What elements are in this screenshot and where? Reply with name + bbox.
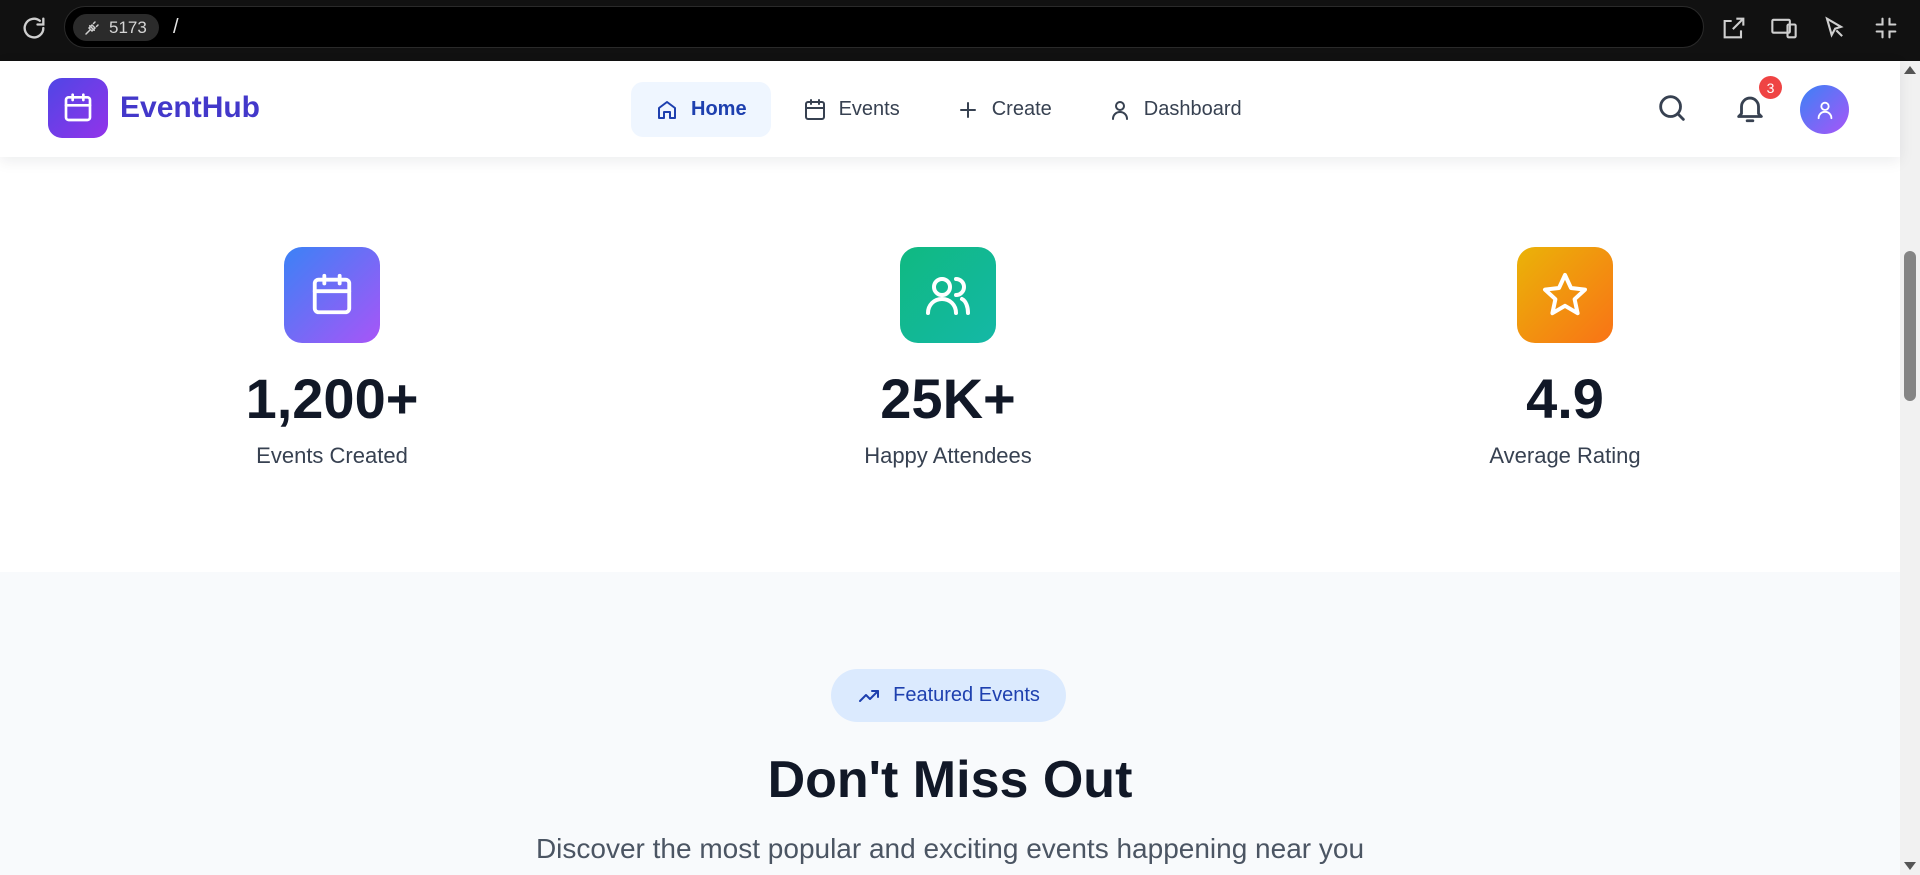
scroll-thumb[interactable] [1904,251,1916,401]
reload-icon[interactable] [20,14,48,42]
user-icon [1111,100,1128,120]
site-header: EventHub Home Events Create Dashboard 3 [0,61,1900,157]
home-icon [658,100,676,119]
users-icon [926,277,970,315]
nav-events-label: Events [838,98,900,120]
stat-events-created: 1,200+ Events Created [132,247,532,469]
nav-create-label: Create [991,98,1052,120]
stat-average-rating: 4.9 Average Rating [1365,247,1765,469]
avatar[interactable] [1800,85,1849,134]
stat-value: 25K+ [880,367,1016,430]
stat-icon-box [284,247,380,343]
featured-section: Featured Events Don't Miss Out Discover … [0,572,1900,875]
stat-happy-attendees: 25K+ Happy Attendees [748,247,1148,469]
main-nav: Home Events Create Dashboard [631,82,1266,137]
port-text: 5173 [109,17,147,37]
calendar-icon [64,93,92,122]
calendar-icon [312,273,352,315]
nav-home[interactable]: Home [631,82,771,137]
featured-badge-label: Featured Events [893,684,1040,706]
nav-events[interactable]: Events [779,82,924,137]
address-bar[interactable]: 5173 / [64,6,1704,48]
calendar-icon [804,98,825,120]
notification-badge: 3 [1759,76,1782,99]
stat-icon-box [1517,247,1613,343]
nav-dashboard[interactable]: Dashboard [1084,82,1266,137]
collapse-icon[interactable] [1872,14,1900,42]
browser-toolbar: 5173 / [0,0,1920,61]
stat-value: 1,200+ [245,367,419,430]
page-scrollbar[interactable] [1900,61,1920,875]
stats-section: 1,200+ Events Created 25K+ Happy Attende… [0,157,1900,572]
plug-icon [85,20,99,35]
nav-home-label: Home [691,98,747,120]
scroll-up-arrow[interactable] [1904,66,1916,74]
port-chip[interactable]: 5173 [73,14,159,41]
plus-icon [959,101,976,118]
brand-logo[interactable] [48,78,108,138]
star-icon [1543,273,1587,316]
nav-create[interactable]: Create [932,82,1076,137]
nav-dashboard-label: Dashboard [1143,98,1242,120]
stat-label: Events Created [256,443,408,468]
section-subheading: Discover the most popular and exciting e… [535,833,1365,864]
stat-label: Happy Attendees [864,443,1032,468]
stat-value: 4.9 [1526,367,1604,430]
search-icon[interactable] [1655,91,1689,125]
device-toggle-icon[interactable] [1770,14,1798,42]
stat-label: Average Rating [1489,443,1641,468]
stat-icon-box [900,247,996,343]
inspect-cursor-icon[interactable] [1820,14,1848,42]
user-icon [1817,101,1832,119]
featured-events-badge: Featured Events [831,669,1066,722]
section-heading: Don't Miss Out [767,751,1133,809]
trending-up-icon [859,689,880,702]
scroll-down-arrow[interactable] [1904,862,1916,870]
brand-name[interactable]: EventHub [120,91,260,125]
url-path: / [173,16,179,38]
open-external-icon[interactable] [1720,14,1748,42]
